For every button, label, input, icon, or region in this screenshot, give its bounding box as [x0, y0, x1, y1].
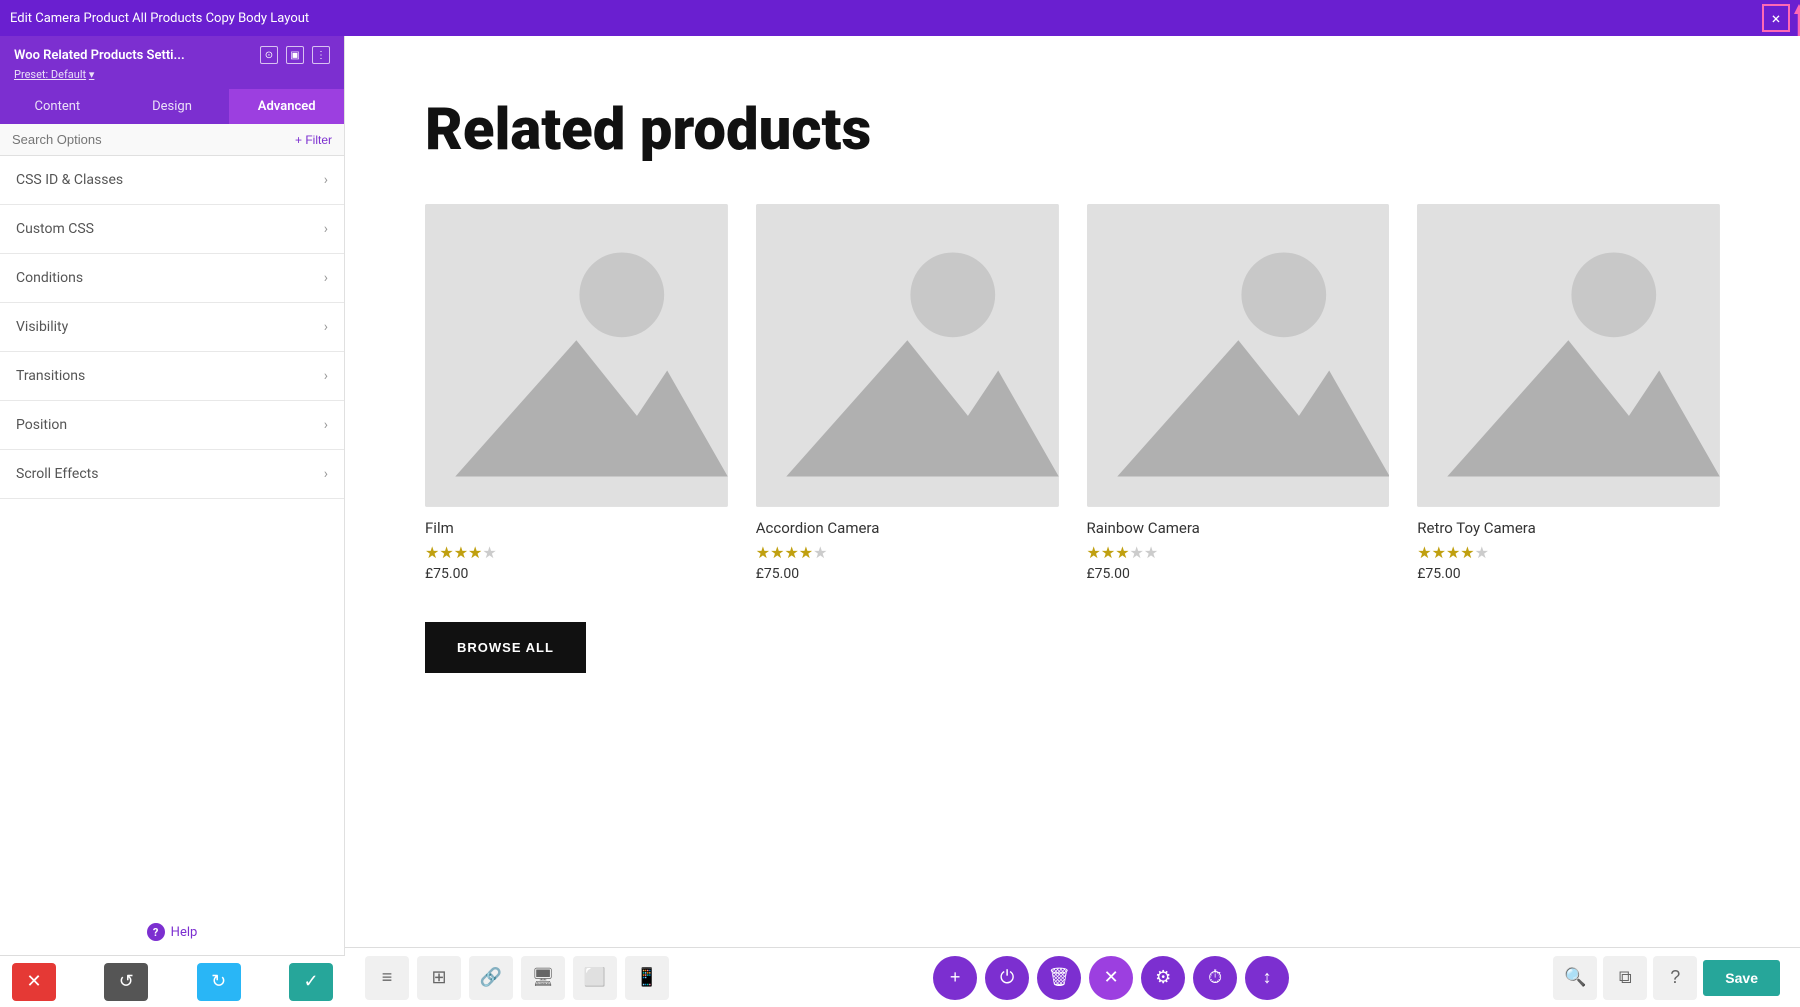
- sort-button[interactable]: ↕: [1245, 956, 1289, 1000]
- hamburger-tool[interactable]: ≡: [365, 956, 409, 1000]
- product-image-3: [1417, 204, 1720, 507]
- search-bar: + Filter: [0, 124, 344, 156]
- product-stars-2: ★★★★★: [1087, 543, 1390, 562]
- action-tools: + ⏻ 🗑 ✕ ⚙ ⏱ ↕: [933, 956, 1289, 1000]
- redo-button[interactable]: ↻: [197, 963, 241, 1001]
- accordion-header-transitions[interactable]: Transitions ›: [0, 352, 344, 400]
- search-canvas-button[interactable]: 🔍: [1553, 956, 1597, 1000]
- product-name-0: Film: [425, 519, 728, 537]
- settings-button[interactable]: ⚙: [1141, 956, 1185, 1000]
- product-name-2: Rainbow Camera: [1087, 519, 1390, 537]
- widget-title-icons: ⊙ ▣ ⋮: [260, 46, 330, 64]
- chevron-icon-3: ›: [324, 270, 328, 286]
- accordion-item-css: CSS ID & Classes ›: [0, 156, 344, 205]
- widget-icon-2[interactable]: ▣: [286, 46, 304, 64]
- accordion-header-scroll-effects[interactable]: Scroll Effects ›: [0, 450, 344, 498]
- chevron-icon: ›: [324, 172, 328, 188]
- canvas-bottom-toolbar: ≡ ⊞ 🔗 🖥 ⬜ 📱 + ⏻ 🗑 ✕ ⚙ ⏱ ↕ 🔍 ⧉ ? Save: [345, 947, 1800, 1007]
- products-grid: Film ★★★★★ £75.00 Accordio: [425, 204, 1720, 582]
- toolbar-right: 🔍 ⧉ ? Save: [1553, 956, 1780, 1000]
- section-title: Related products: [425, 96, 1720, 164]
- widget-icon-1[interactable]: ⊙: [260, 46, 278, 64]
- product-card-1[interactable]: Accordion Camera ★★★★★ £75.00: [756, 204, 1059, 582]
- tab-content[interactable]: Content: [0, 89, 115, 124]
- chevron-icon-2: ›: [324, 221, 328, 237]
- widget-preset: Preset: Default ▾: [14, 68, 330, 81]
- canvas-area: Related products Film ★★★★★: [345, 36, 1800, 947]
- product-price-0: £75.00: [425, 566, 728, 582]
- main-layout: Woo Related Products Setti... ⊙ ▣ ⋮ Pres…: [0, 36, 1800, 1007]
- layers-button[interactable]: ⧉: [1603, 956, 1647, 1000]
- product-card-2[interactable]: Rainbow Camera ★★★★★ £75.00: [1087, 204, 1390, 582]
- product-card-0[interactable]: Film ★★★★★ £75.00: [425, 204, 728, 582]
- close-action-button[interactable]: ✕: [1089, 956, 1133, 1000]
- product-image-0: [425, 204, 728, 507]
- accordion-list: CSS ID & Classes › Custom CSS › Conditio…: [0, 156, 344, 909]
- close-editor-button[interactable]: ✕: [12, 963, 56, 1001]
- product-price-1: £75.00: [756, 566, 1059, 582]
- product-stars-1: ★★★★★: [756, 543, 1059, 562]
- top-bar-title: Edit Camera Product All Products Copy Bo…: [10, 11, 309, 26]
- chevron-icon-5: ›: [324, 368, 328, 384]
- accordion-item-position: Position ›: [0, 401, 344, 450]
- close-button[interactable]: ×: [1762, 4, 1790, 32]
- chevron-icon-4: ›: [324, 319, 328, 335]
- help-canvas-button[interactable]: ?: [1653, 956, 1697, 1000]
- sidebar: Woo Related Products Setti... ⊙ ▣ ⋮ Pres…: [0, 36, 345, 1007]
- accordion-header-conditions[interactable]: Conditions ›: [0, 254, 344, 302]
- accordion-header-visibility[interactable]: Visibility ›: [0, 303, 344, 351]
- product-stars-3: ★★★★★: [1417, 543, 1720, 562]
- help-icon: ?: [147, 923, 165, 941]
- product-stars-0: ★★★★★: [425, 543, 728, 562]
- save-button[interactable]: Save: [1703, 960, 1780, 996]
- accordion-item-conditions: Conditions ›: [0, 254, 344, 303]
- accordion-item-visibility: Visibility ›: [0, 303, 344, 352]
- accordion-header-css[interactable]: CSS ID & Classes ›: [0, 156, 344, 204]
- content-area: Related products Film ★★★★★: [345, 36, 1800, 1007]
- accordion-header-custom-css[interactable]: Custom CSS ›: [0, 205, 344, 253]
- grid-tool[interactable]: ⊞: [417, 956, 461, 1000]
- product-name-3: Retro Toy Camera: [1417, 519, 1720, 537]
- top-bar: Edit Camera Product All Products Copy Bo…: [0, 0, 1800, 36]
- widget-header: Woo Related Products Setti... ⊙ ▣ ⋮ Pres…: [0, 36, 344, 89]
- accordion-item-custom-css: Custom CSS ›: [0, 205, 344, 254]
- tab-design[interactable]: Design: [115, 89, 230, 124]
- accordion-header-position[interactable]: Position ›: [0, 401, 344, 449]
- browse-all-button[interactable]: BROWSE ALL: [425, 622, 586, 673]
- desktop-tool[interactable]: 🖥: [521, 956, 565, 1000]
- widget-title: Woo Related Products Setti...: [14, 48, 185, 63]
- product-card-3[interactable]: Retro Toy Camera ★★★★★ £75.00: [1417, 204, 1720, 582]
- add-element-button[interactable]: +: [933, 956, 977, 1000]
- chevron-icon-6: ›: [324, 417, 328, 433]
- delete-button[interactable]: 🗑: [1037, 956, 1081, 1000]
- tabs-row: Content Design Advanced: [0, 89, 344, 124]
- mobile-tool[interactable]: 📱: [625, 956, 669, 1000]
- power-button[interactable]: ⏻: [985, 956, 1029, 1000]
- product-image-1: [756, 204, 1059, 507]
- tab-advanced[interactable]: Advanced: [229, 89, 344, 124]
- view-tools: ≡ ⊞ 🔗 🖥 ⬜ 📱: [365, 956, 669, 1000]
- product-price-2: £75.00: [1087, 566, 1390, 582]
- help-row[interactable]: ? Help: [0, 909, 344, 955]
- accordion-item-scroll-effects: Scroll Effects ›: [0, 450, 344, 499]
- widget-icon-3[interactable]: ⋮: [312, 46, 330, 64]
- accordion-item-transitions: Transitions ›: [0, 352, 344, 401]
- product-name-1: Accordion Camera: [756, 519, 1059, 537]
- save-check-button[interactable]: ✓: [289, 963, 333, 1001]
- link-tool[interactable]: 🔗: [469, 956, 513, 1000]
- product-price-3: £75.00: [1417, 566, 1720, 582]
- search-input[interactable]: [12, 132, 295, 147]
- chevron-icon-7: ›: [324, 466, 328, 482]
- bottom-bar: ✕ ↺ ↻ ✓: [0, 955, 345, 1007]
- undo-button[interactable]: ↺: [104, 963, 148, 1001]
- filter-button[interactable]: + Filter: [295, 133, 332, 147]
- tablet-tool[interactable]: ⬜: [573, 956, 617, 1000]
- product-image-2: [1087, 204, 1390, 507]
- timer-button[interactable]: ⏱: [1193, 956, 1237, 1000]
